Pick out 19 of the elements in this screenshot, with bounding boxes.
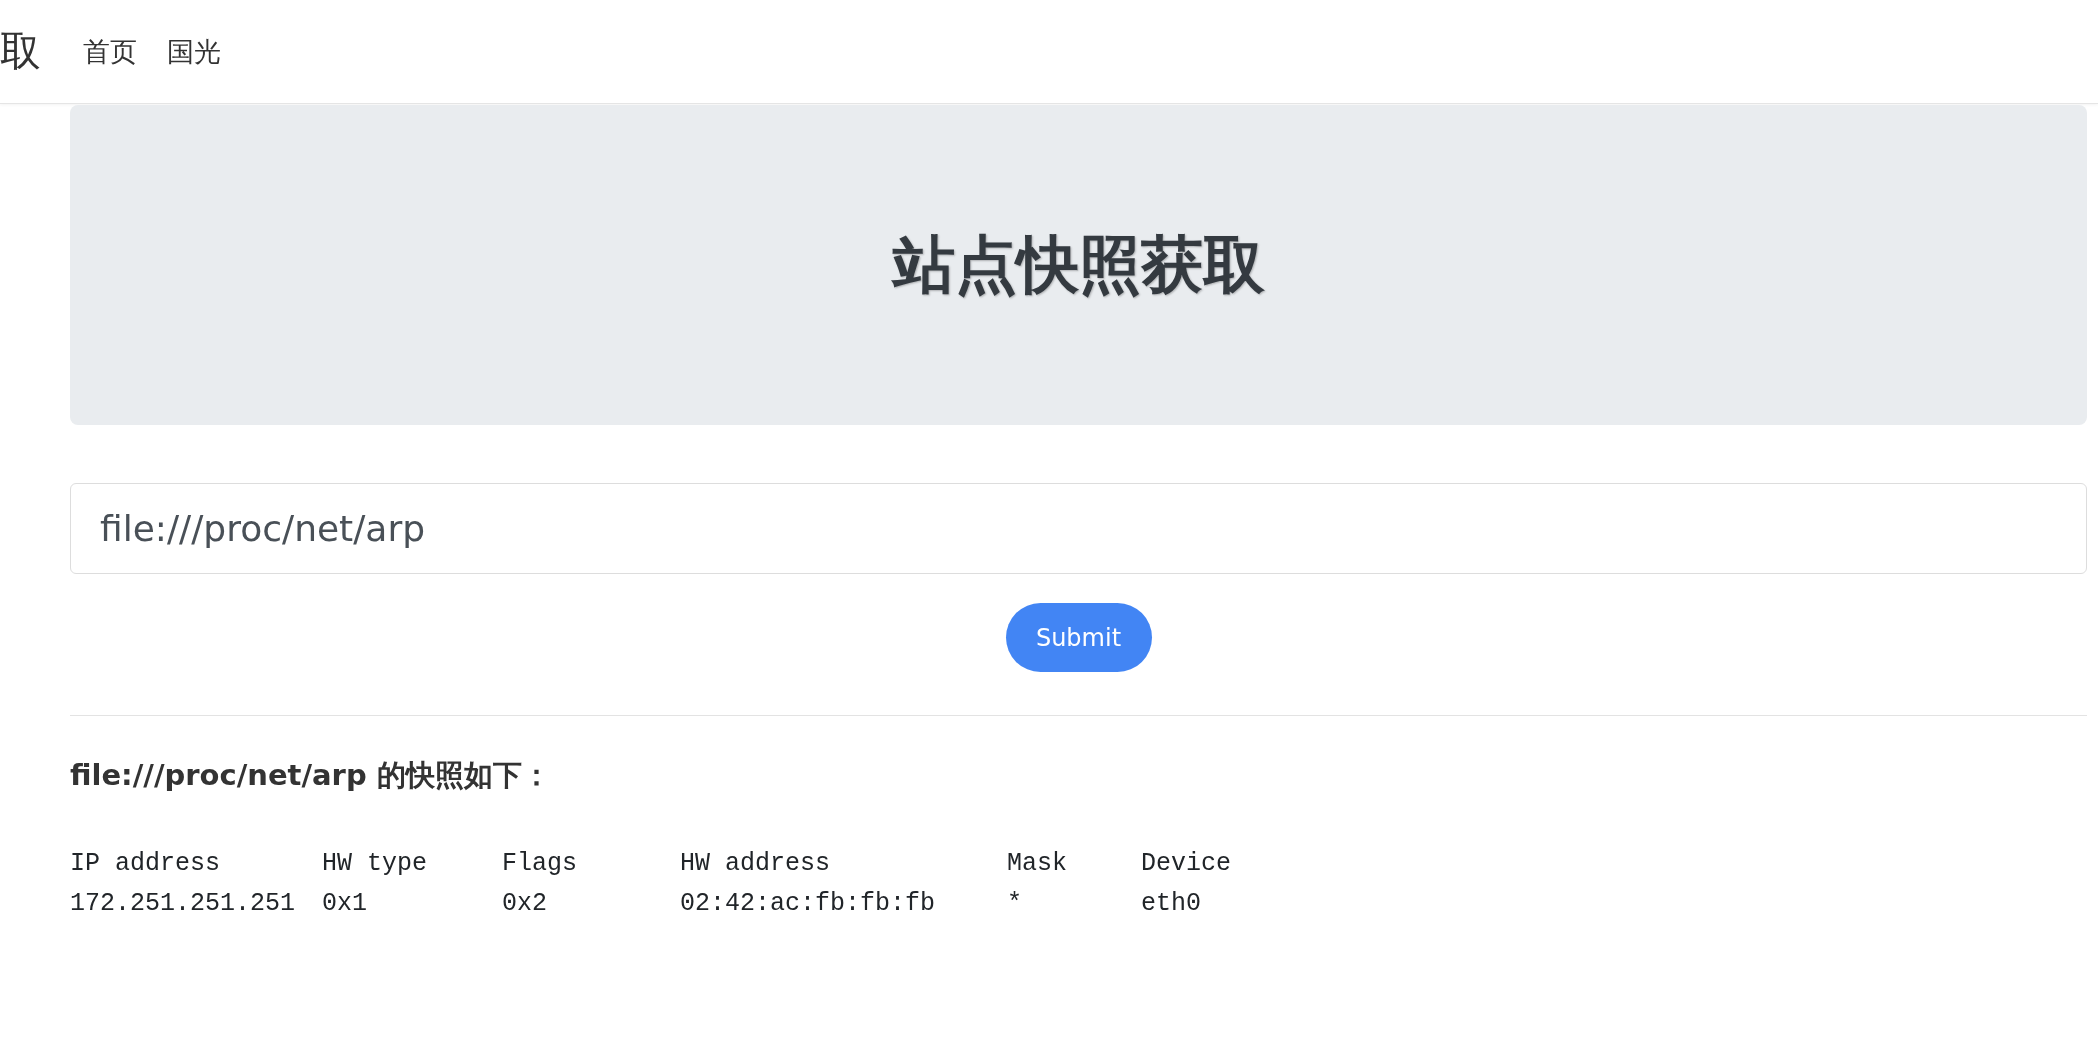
column-header: Mask xyxy=(1007,848,1068,880)
table-cell-text: 0x2 xyxy=(502,888,548,920)
result-heading: file:///proc/net/arp 的快照如下： xyxy=(70,757,552,794)
nav-link[interactable]: 国光 xyxy=(167,33,221,70)
brand-link[interactable]: 取 xyxy=(0,24,41,79)
table-cell-text: 172.251.251.251 xyxy=(70,888,297,920)
column-header: HW type xyxy=(322,848,429,880)
url-input-field[interactable]: file:///proc/net/arp xyxy=(70,483,2087,574)
column-header: IP address xyxy=(70,848,222,880)
page-title: 站点快照获取 xyxy=(892,227,1265,303)
column-header: Flags xyxy=(502,848,578,880)
nav-link[interactable]: 首页 xyxy=(83,33,137,70)
column-header: HW address xyxy=(680,848,832,880)
submit-button[interactable]: Submit xyxy=(1005,603,1152,672)
table-cell-text: * xyxy=(1007,888,1023,920)
table-cell-text: 0x1 xyxy=(322,888,368,920)
table-cell-text: 02:42:ac:fb:fb:fb xyxy=(680,888,937,920)
column-header: Device xyxy=(1141,848,1231,880)
table-cell-text: eth0 xyxy=(1141,888,1202,920)
